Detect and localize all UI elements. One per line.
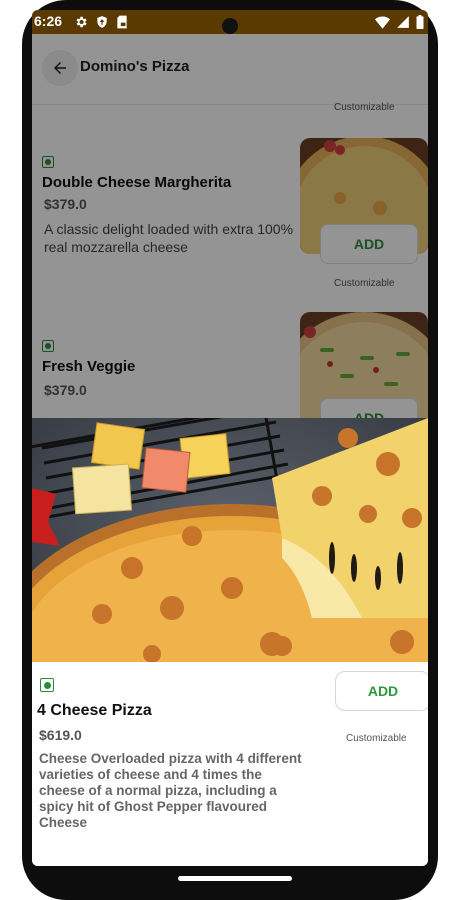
veg-indicator-icon (40, 678, 54, 692)
phone-screen: Domino's Pizza Customizable Double Chees… (32, 10, 428, 866)
front-camera (222, 18, 238, 34)
pizza-hero-image (32, 418, 428, 662)
battery-icon (416, 15, 424, 29)
customizable-label: Customizable (346, 733, 407, 744)
item-name: 4 Cheese Pizza (37, 702, 152, 719)
sim-card-icon (117, 15, 127, 29)
gear-icon (76, 16, 87, 28)
shield-icon (97, 16, 107, 28)
item-price: $619.0 (39, 727, 82, 743)
status-time: 6:26 (34, 13, 63, 29)
item-description: Cheese Overloaded pizza with 4 different… (39, 751, 302, 830)
add-button[interactable]: ADD (335, 671, 428, 711)
signal-icon (397, 16, 409, 28)
status-bar: 6:26 (32, 10, 428, 34)
home-indicator[interactable] (178, 876, 292, 881)
wifi-icon (375, 16, 390, 29)
item-detail-sheet: 4 Cheese Pizza $619.0 Cheese Overloaded … (32, 418, 428, 866)
